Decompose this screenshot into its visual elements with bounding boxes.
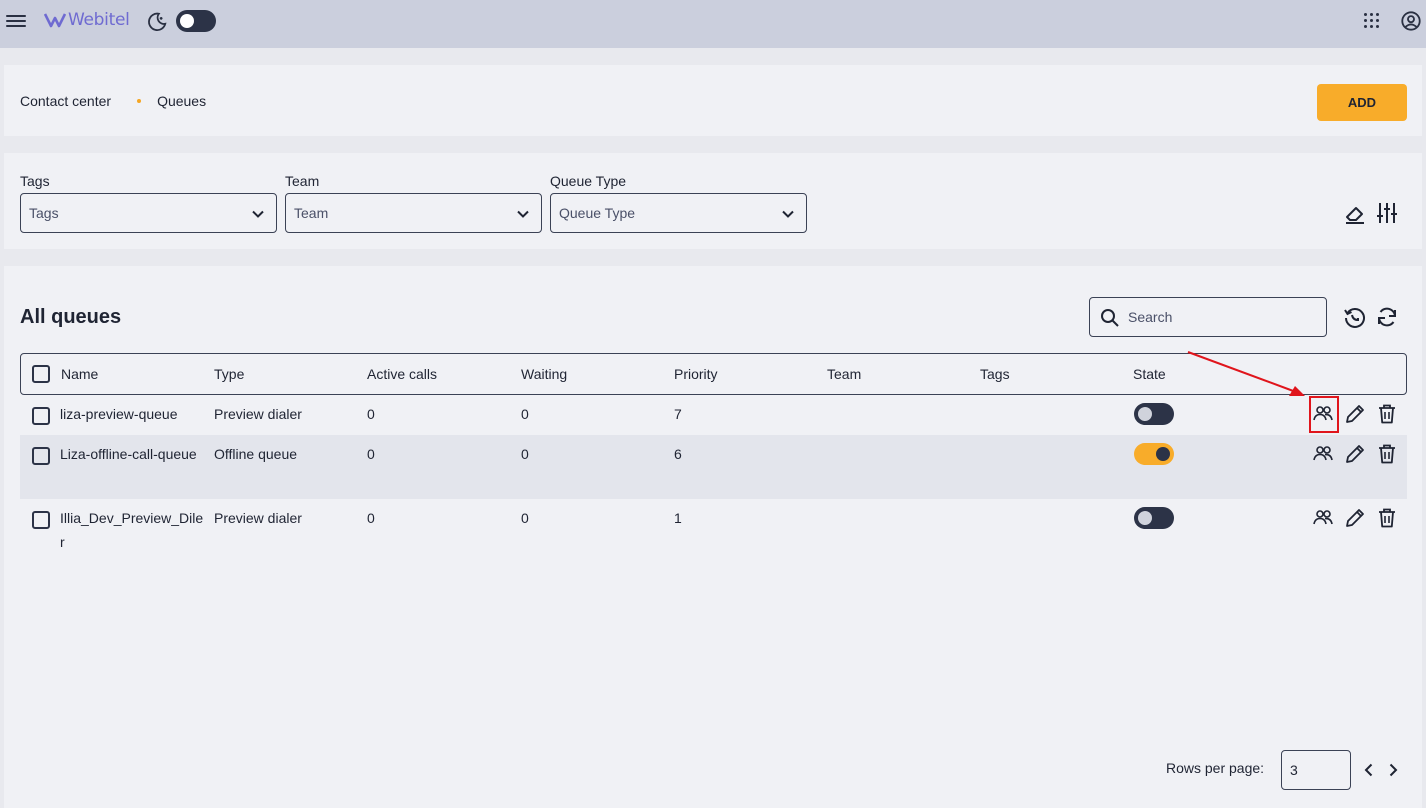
queue-type: Preview dialer bbox=[214, 510, 302, 526]
queue-name[interactable]: Illia_Dev_Preview_Diler bbox=[60, 506, 206, 554]
filter-team-label: Team bbox=[285, 173, 320, 189]
priority-value: 6 bbox=[674, 446, 682, 462]
queue-type-select-placeholder: Queue Type bbox=[559, 205, 636, 221]
priority-value: 7 bbox=[674, 406, 682, 422]
row-checkbox[interactable] bbox=[32, 511, 50, 529]
column-active-calls[interactable]: Active calls bbox=[367, 366, 437, 382]
waiting-count: 0 bbox=[521, 510, 529, 526]
filter-settings-icon[interactable] bbox=[1376, 201, 1398, 225]
column-waiting[interactable]: Waiting bbox=[521, 366, 567, 382]
table-row[interactable]: Liza-offline-call-queue Offline queue 0 … bbox=[20, 435, 1407, 499]
chevron-down-icon bbox=[252, 210, 264, 218]
column-team[interactable]: Team bbox=[827, 366, 861, 382]
chevron-down-icon bbox=[517, 210, 529, 218]
state-toggle[interactable] bbox=[1134, 403, 1174, 425]
filter-team: Team Team bbox=[285, 173, 542, 233]
search-field[interactable] bbox=[1089, 297, 1327, 337]
select-all-checkbox[interactable] bbox=[32, 365, 50, 383]
rows-per-page-select[interactable]: 3 bbox=[1281, 750, 1351, 790]
history-icon[interactable] bbox=[1343, 305, 1367, 329]
table-title: All queues bbox=[20, 306, 122, 328]
column-state[interactable]: State bbox=[1133, 366, 1166, 382]
active-calls: 0 bbox=[367, 446, 375, 462]
queue-name[interactable]: Liza-offline-call-queue bbox=[60, 442, 206, 466]
theme-toggle[interactable] bbox=[176, 10, 216, 32]
row-checkbox[interactable] bbox=[32, 407, 50, 425]
members-icon[interactable] bbox=[1311, 442, 1335, 466]
waiting-count: 0 bbox=[521, 446, 529, 462]
chevron-left-icon[interactable] bbox=[1359, 760, 1379, 780]
queue-type: Preview dialer bbox=[214, 406, 302, 422]
edit-icon[interactable] bbox=[1343, 402, 1367, 426]
trash-icon[interactable] bbox=[1375, 506, 1399, 530]
breadcrumb-contact-center[interactable]: Contact center bbox=[20, 93, 111, 109]
column-name[interactable]: Name bbox=[61, 366, 98, 382]
breadcrumb: Contact center Queues bbox=[20, 93, 206, 109]
trash-icon[interactable] bbox=[1375, 442, 1399, 466]
queue-type: Offline queue bbox=[214, 446, 298, 462]
refresh-icon[interactable] bbox=[1375, 305, 1399, 329]
team-select[interactable]: Team bbox=[285, 193, 542, 233]
queue-type-select[interactable]: Queue Type bbox=[550, 193, 807, 233]
column-tags[interactable]: Tags bbox=[980, 366, 1010, 382]
team-select-placeholder: Team bbox=[294, 205, 329, 221]
table-row[interactable]: liza-preview-queue Preview dialer 0 0 7 bbox=[20, 395, 1407, 435]
column-priority[interactable]: Priority bbox=[674, 366, 718, 382]
tags-select-placeholder: Tags bbox=[29, 205, 59, 221]
hamburger-icon[interactable] bbox=[6, 12, 26, 32]
breadcrumb-separator bbox=[137, 99, 142, 103]
user-circle-icon[interactable] bbox=[1400, 10, 1422, 32]
filter-tags: Tags Tags bbox=[20, 173, 277, 233]
state-toggle[interactable] bbox=[1134, 507, 1174, 529]
table-row[interactable]: Illia_Dev_Preview_Diler Preview dialer 0… bbox=[20, 499, 1407, 563]
apps-grid-icon[interactable] bbox=[1364, 13, 1380, 29]
chevron-down-icon bbox=[782, 210, 794, 218]
members-icon[interactable] bbox=[1311, 506, 1335, 530]
row-checkbox[interactable] bbox=[32, 447, 50, 465]
queue-name[interactable]: liza-preview-queue bbox=[60, 402, 206, 426]
search-input[interactable] bbox=[1128, 306, 1318, 328]
state-toggle[interactable] bbox=[1134, 443, 1174, 465]
webitel-logo[interactable]: Webitel bbox=[44, 10, 130, 30]
queues-table-panel: All queues Name Type Active calls Waitin… bbox=[4, 266, 1422, 808]
breadcrumb-queues: Queues bbox=[157, 93, 207, 109]
add-button[interactable]: ADD bbox=[1317, 84, 1407, 121]
trash-icon[interactable] bbox=[1375, 402, 1399, 426]
chevron-right-icon[interactable] bbox=[1383, 760, 1403, 780]
filter-queue-type-label: Queue Type bbox=[550, 173, 627, 189]
filter-tags-label: Tags bbox=[20, 173, 50, 189]
moon-phone-icon bbox=[148, 12, 167, 31]
toggle-knob bbox=[180, 14, 194, 28]
tags-select[interactable]: Tags bbox=[20, 193, 277, 233]
active-calls: 0 bbox=[367, 510, 375, 526]
filters-panel: Tags Tags Team Team Queue Type Queue Typ… bbox=[4, 153, 1422, 249]
edit-icon[interactable] bbox=[1343, 506, 1367, 530]
webitel-logo-icon bbox=[44, 13, 66, 28]
waiting-count: 0 bbox=[521, 406, 529, 422]
top-app-bar: Webitel bbox=[0, 0, 1426, 48]
priority-value: 1 bbox=[674, 510, 682, 526]
active-calls: 0 bbox=[367, 406, 375, 422]
brand-name: Webitel bbox=[68, 10, 130, 30]
annotation-highlight-box bbox=[1309, 396, 1339, 433]
edit-icon[interactable] bbox=[1343, 442, 1367, 466]
filter-queue-type: Queue Type Queue Type bbox=[550, 173, 807, 233]
search-icon bbox=[1101, 309, 1119, 327]
page-header: Contact center Queues ADD bbox=[4, 65, 1422, 136]
table-header: Name Type Active calls Waiting Priority … bbox=[20, 353, 1407, 395]
column-type[interactable]: Type bbox=[214, 366, 244, 382]
eraser-icon[interactable] bbox=[1343, 203, 1367, 225]
rows-per-page-label: Rows per page: bbox=[1166, 760, 1265, 776]
